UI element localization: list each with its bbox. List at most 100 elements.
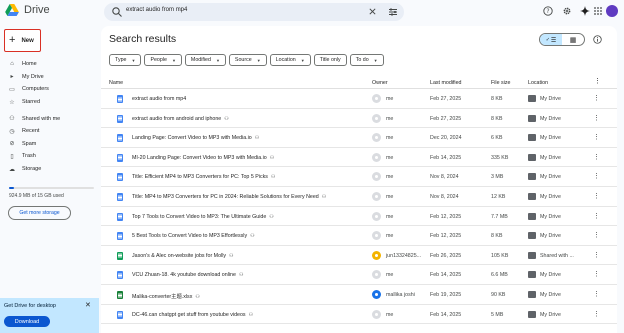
help-icon[interactable]: ? [543, 6, 553, 16]
table-row[interactable]: extract audio from android and iphone ⚇ me… [101, 109, 617, 129]
more-options-icon[interactable]: ⋮ [593, 251, 600, 259]
shared-people-icon: ⚇ [248, 311, 254, 318]
sidebar-item-my-drive[interactable]: ▸ My Drive [0, 71, 102, 84]
file-name[interactable]: VCU Zhuan-18. 4k youtube download online… [132, 272, 243, 278]
filter-type[interactable]: Type ▼ [109, 54, 142, 66]
search-input[interactable]: extract audio from mp4 [126, 7, 187, 13]
more-options-icon[interactable]: ⋮ [593, 114, 600, 122]
file-name[interactable]: DC-46.can chatgpt get stuff from youtube… [132, 312, 253, 318]
column-last-modified[interactable]: Last modified [430, 80, 462, 86]
table-row[interactable]: Title: Efficient MP4 to MP3 Converters f… [101, 167, 617, 187]
location[interactable]: My Drive [540, 155, 561, 161]
folder-icon [528, 134, 536, 142]
more-options-icon[interactable]: ⋮ [593, 290, 600, 298]
column-file-size[interactable]: File size [491, 80, 510, 86]
search-options-icon[interactable] [388, 7, 398, 17]
apps-grid-icon[interactable] [593, 6, 603, 16]
table-row[interactable]: VCU Zhuan-18. 4k youtube download online… [101, 265, 617, 285]
table-row[interactable]: Malika-converter主题.xlsx ⚇ mallika joshi Feb… [101, 285, 617, 305]
file-name[interactable]: Landing Page: Convert Video to MP3 with … [132, 135, 259, 141]
clear-search-icon[interactable] [368, 7, 377, 16]
info-icon[interactable] [593, 35, 602, 44]
drive-logo[interactable]: Drive [5, 4, 50, 16]
filter-modified[interactable]: Modified ▼ [184, 54, 226, 66]
filter-title-only[interactable]: Title only [313, 54, 347, 66]
owner: me [386, 233, 394, 240]
table-row[interactable]: 5 Best Tools to Convert Video to MP3 Eff… [101, 226, 617, 246]
more-options-icon[interactable]: ⋮ [593, 153, 600, 161]
get-more-storage-button[interactable]: Get more storage [8, 206, 71, 220]
column-owner[interactable]: Owner [372, 80, 388, 86]
search-icon[interactable] [111, 6, 123, 18]
file-name-text: MI-20 Landing Page: Convert Video to MP3… [132, 154, 267, 161]
filter-people[interactable]: People ▼ [144, 54, 182, 66]
location[interactable]: My Drive [540, 116, 561, 122]
location[interactable]: My Drive [540, 214, 561, 220]
close-icon[interactable]: ✕ [85, 301, 91, 309]
table-row[interactable]: Landing Page: Convert Video to MP3 with … [101, 128, 617, 148]
more-options-icon[interactable]: ⋮ [593, 172, 600, 180]
file-size: 6.6 MB [491, 272, 508, 279]
column-name[interactable]: Name [109, 80, 123, 86]
table-row[interactable]: DC-46.can chatgpt get stuff from youtube… [101, 305, 617, 325]
location[interactable]: My Drive [540, 96, 561, 102]
table-row[interactable]: MI-20 Landing Page: Convert Video to MP3… [101, 148, 617, 168]
filter-to-do[interactable]: To do ▼ [349, 54, 384, 66]
location[interactable]: My Drive [540, 233, 561, 239]
more-options-icon[interactable]: ⋮ [593, 192, 600, 200]
sidebar-item-home[interactable]: ⌂ Home [0, 58, 102, 71]
more-options-icon[interactable]: ⋮ [593, 212, 600, 220]
sidebar-item-computers[interactable]: ▭ Computers [0, 83, 102, 96]
file-name[interactable]: extract audio from mp4 [132, 96, 186, 102]
file-name[interactable]: Malika-converter主题.xlsx ⚇ [132, 292, 200, 300]
file-name[interactable]: 5 Best Tools to Convert Video to MP3 Eff… [132, 233, 255, 239]
grid-view-button[interactable]: ▦ [562, 34, 584, 45]
location[interactable]: My Drive [540, 194, 561, 200]
location[interactable]: My Drive [540, 312, 561, 318]
file-name[interactable]: MI-20 Landing Page: Convert Video to MP3… [132, 155, 274, 161]
more-options-icon[interactable]: ⋮ [593, 94, 600, 102]
file-name[interactable]: Title: MP4 to MP3 Converters for PC in 2… [132, 194, 326, 200]
table-row[interactable]: Top 7 Tools to Convert Video to MP3: The… [101, 207, 617, 227]
folder-icon [528, 95, 536, 102]
sidebar-item-shared-with-me[interactable]: ⚇ Shared with me [0, 112, 102, 125]
filter-location[interactable]: Location ▼ [269, 54, 311, 66]
file-name[interactable]: extract audio from android and iphone ⚇ [132, 116, 229, 122]
google-doc-icon [117, 114, 123, 123]
file-name-text: Malika-converter主题.xlsx [132, 293, 193, 300]
location[interactable]: Shared with ... [540, 253, 574, 259]
file-name[interactable]: Top 7 Tools to Convert Video to MP3: The… [132, 214, 274, 220]
more-options-icon[interactable]: ⋮ [593, 270, 600, 278]
search-bar[interactable]: extract audio from mp4 [104, 3, 404, 21]
more-options-icon[interactable]: ⋮ [593, 133, 600, 141]
column-location[interactable]: Location [528, 80, 548, 86]
location[interactable]: My Drive [540, 174, 561, 180]
new-button[interactable]: + New [4, 29, 41, 52]
download-button[interactable]: Download [4, 316, 50, 327]
file-name-text: Top 7 Tools to Convert Video to MP3: The… [132, 213, 267, 220]
settings-gear-icon[interactable] [562, 6, 572, 16]
sidebar-item-spam[interactable]: ⊘ Spam [0, 138, 102, 151]
file-name[interactable]: Jason's & Alec on-website jobs for Molly… [132, 253, 234, 259]
table-row[interactable]: Jason's & Alec on-website jobs for Molly… [101, 246, 617, 266]
account-avatar[interactable] [606, 5, 618, 17]
file-name[interactable]: Title: Efficient MP4 to MP3 Converters f… [132, 174, 275, 180]
list-view-button[interactable]: ✓ ☰ [540, 34, 562, 45]
location[interactable]: My Drive [540, 135, 561, 141]
column-options-icon[interactable]: ⋮ [594, 77, 601, 85]
table-row[interactable]: extract audio from mp4 me Feb 27, 2025 8 KB… [101, 89, 617, 109]
more-options-icon[interactable]: ⋮ [593, 231, 600, 239]
table-row[interactable]: Title: MP4 to MP3 Converters for PC in 2… [101, 187, 617, 207]
shared-people-icon: ⚇ [238, 272, 244, 279]
more-options-icon[interactable]: ⋮ [593, 310, 600, 318]
last-modified: Feb 14, 2025 [430, 272, 462, 279]
location[interactable]: My Drive [540, 272, 561, 278]
file-name-text: Jason's & Alec on-website jobs for Molly [132, 252, 227, 259]
location[interactable]: My Drive [540, 292, 561, 298]
gemini-sparkle-icon[interactable] [580, 6, 590, 16]
sidebar-item-starred[interactable]: ☆ Starred [0, 96, 102, 109]
sidebar-item-recent[interactable]: ◷ Recent [0, 125, 102, 138]
sidebar-item-trash[interactable]: ▯ Trash [0, 150, 102, 163]
sidebar-item-storage[interactable]: ☁ Storage [0, 163, 102, 176]
filter-source[interactable]: Source ▼ [228, 54, 267, 66]
